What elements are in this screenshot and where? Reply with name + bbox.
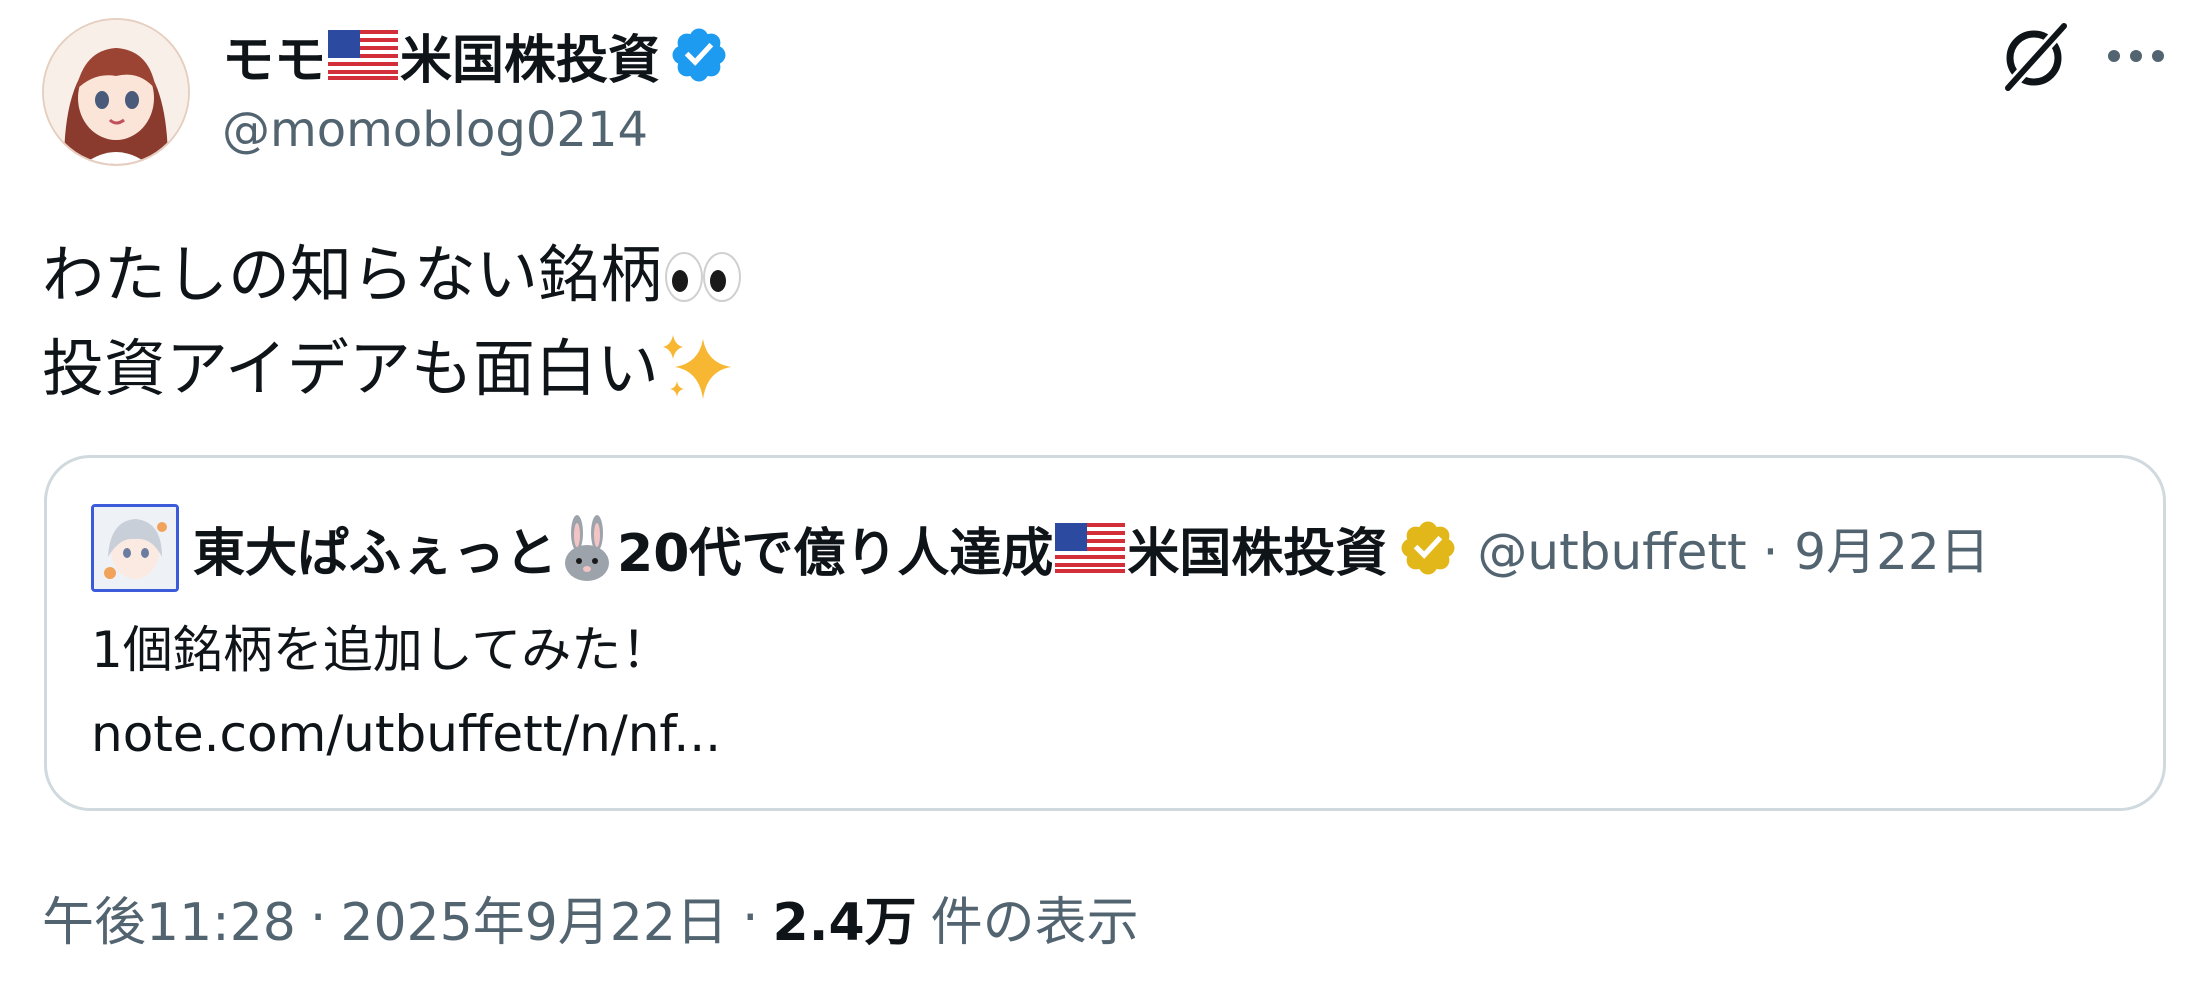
quoted-post-card[interactable]: 東大ぱふぇっと 20代で億り人達成 米国株投資 @utbuffett · 9月2… bbox=[44, 455, 2166, 811]
meta-separator: · bbox=[741, 887, 759, 948]
quoted-author-avatar bbox=[91, 504, 179, 592]
gold-verified-badge-icon bbox=[1401, 521, 1455, 575]
us-flag-icon bbox=[328, 30, 399, 80]
quoted-line-1: 1個銘柄を追加してみた！ bbox=[91, 621, 672, 679]
quoted-author-handle: @utbuffett bbox=[1477, 523, 1747, 581]
author-handle[interactable]: @momoblog0214 bbox=[222, 102, 648, 158]
author-name-part1: モモ bbox=[222, 30, 327, 91]
author-name-row[interactable]: モモ 米国株投資 bbox=[222, 18, 730, 93]
post-time[interactable]: 午後11:28 bbox=[42, 880, 296, 955]
post-line-1: わたしの知らない銘柄 bbox=[42, 238, 663, 311]
verified-badge-icon bbox=[672, 28, 726, 82]
post-line-2: 投資アイデアも面白い bbox=[42, 332, 659, 405]
grok-icon[interactable] bbox=[1998, 20, 2072, 94]
post-date[interactable]: 2025年9月22日 bbox=[340, 880, 728, 955]
quoted-post-text: 1個銘柄を追加してみた！ note.com/utbuffett/n/nf... bbox=[91, 608, 721, 776]
post-metadata: 午後11:28 · 2025年9月22日 · 2.4万 件の表示 bbox=[42, 880, 1139, 955]
us-flag-icon bbox=[1055, 523, 1126, 573]
quoted-name-part1: 東大ぱふぇっと bbox=[193, 523, 558, 584]
quoted-name-part3: 米国株投資 bbox=[1127, 523, 1388, 584]
quoted-link[interactable]: note.com/utbuffett/n/nf... bbox=[91, 692, 721, 776]
view-count-label: 件の表示 bbox=[930, 893, 1139, 953]
sparkles-emoji-icon bbox=[662, 335, 731, 399]
tweet: モモ 米国株投資 @momoblog0214 わたしの知らない銘柄 投資アイデア… bbox=[0, 0, 2206, 988]
quoted-post-header: 東大ぱふぇっと 20代で億り人達成 米国株投資 @utbuffett · 9月2… bbox=[91, 502, 1990, 594]
quoted-meta-separator: · bbox=[1762, 523, 1779, 581]
rabbit-emoji-icon bbox=[565, 515, 610, 581]
view-count: 2.4万 bbox=[772, 893, 917, 953]
author-display-name[interactable]: モモ 米国株投資 bbox=[222, 18, 660, 93]
meta-separator: · bbox=[309, 887, 327, 948]
quoted-author-name: 東大ぱふぇっと 20代で億り人達成 米国株投資 bbox=[193, 511, 1387, 586]
quoted-meta: @utbuffett · 9月22日 bbox=[1477, 512, 1989, 584]
more-icon[interactable] bbox=[2100, 28, 2172, 84]
quoted-post-date: 9月22日 bbox=[1794, 523, 1990, 581]
quoted-name-part2: 20代で億り人達成 bbox=[617, 523, 1054, 584]
post-text: わたしの知らない銘柄 投資アイデアも面白い bbox=[42, 228, 744, 416]
author-avatar[interactable] bbox=[42, 18, 190, 166]
author-name-part2: 米国株投資 bbox=[400, 30, 661, 91]
eyes-emoji-icon bbox=[665, 252, 742, 302]
